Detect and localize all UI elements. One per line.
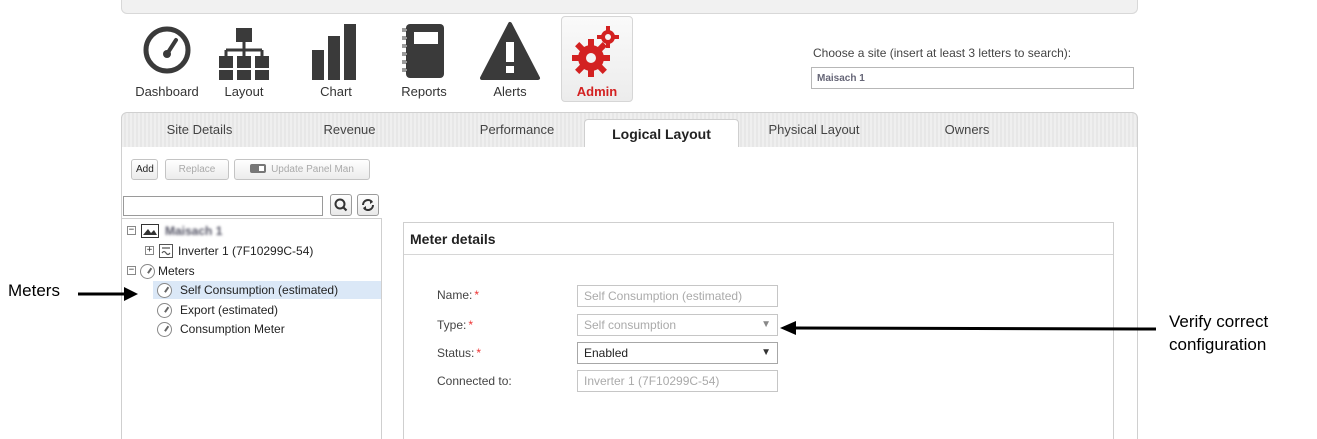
refresh-icon: [362, 199, 374, 211]
meter-gauge-icon: [157, 283, 172, 298]
nav-alerts-label: Alerts: [493, 84, 527, 99]
site-search-label: Choose a site (insert at least 3 letters…: [813, 46, 1072, 60]
update-panel-button[interactable]: Update Panel Man: [234, 159, 370, 180]
nav-layout-label: Layout: [224, 84, 264, 99]
type-select-value: Self consumption: [584, 318, 677, 332]
refresh-button[interactable]: [357, 194, 379, 216]
name-field-label: Name: *: [437, 288, 480, 302]
tab-physical-layout[interactable]: Physical Layout: [744, 113, 884, 149]
nav-dashboard[interactable]: Dashboard: [131, 16, 203, 102]
replace-button[interactable]: Replace: [165, 159, 229, 180]
nav-alerts[interactable]: Alerts: [474, 16, 546, 102]
tree-inverter-label: Inverter 1 (7F10299C-54): [178, 244, 314, 258]
nav-chart[interactable]: Chart: [300, 16, 372, 102]
collapse-icon[interactable]: −: [127, 226, 136, 235]
tree-site-label: Maisach 1: [165, 224, 223, 238]
hierarchy-icon: [208, 20, 280, 82]
add-button[interactable]: Add: [131, 159, 158, 180]
status-select[interactable]: Enabled ▼: [577, 342, 778, 364]
toggle-icon: [250, 163, 267, 173]
gears-icon: [561, 20, 633, 82]
nav-reports-label: Reports: [401, 84, 447, 99]
tab-performance[interactable]: Performance: [442, 113, 592, 149]
nav-chart-label: Chart: [320, 84, 352, 99]
nav-layout[interactable]: Layout: [208, 16, 280, 102]
connected-field[interactable]: Inverter 1 (7F10299C-54): [577, 370, 778, 392]
dropdown-arrow-icon: ▼: [761, 319, 771, 330]
tab-bar: Site Details Revenue Performance Logical…: [121, 112, 1138, 150]
tree-search-input[interactable]: [123, 196, 323, 216]
warning-triangle-icon: [474, 20, 546, 82]
site-image-icon: [141, 224, 159, 238]
notebook-icon: [388, 20, 460, 82]
search-button[interactable]: [330, 194, 352, 216]
meter-details-title: Meter details: [404, 223, 1113, 255]
meters-arrow-icon: [78, 287, 138, 301]
tab-site-details[interactable]: Site Details: [122, 113, 277, 149]
speedometer-icon: [131, 20, 203, 82]
tree-meter-label: Self Consumption (estimated): [180, 283, 339, 297]
name-field[interactable]: Self Consumption (estimated): [577, 285, 778, 307]
meter-gauge-icon: [157, 303, 172, 318]
tree-meter-label: Export (estimated): [180, 303, 279, 317]
verify-callout-line2: configuration: [1169, 335, 1267, 354]
dropdown-arrow-icon: ▼: [761, 347, 771, 358]
search-icon: [334, 198, 348, 212]
expand-icon[interactable]: +: [145, 246, 154, 255]
meters-callout: Meters: [8, 281, 60, 300]
update-panel-label: Update Panel Man: [271, 164, 354, 175]
type-field-label: Type: *: [437, 318, 474, 332]
tree-meter-label: Consumption Meter: [180, 322, 285, 336]
status-field-label: Status: *: [437, 346, 482, 360]
tab-owners[interactable]: Owners: [892, 113, 1042, 149]
connected-field-label: Connected to:: [437, 374, 512, 388]
nav-admin[interactable]: Admin: [561, 16, 633, 102]
verify-arrow-icon: [780, 321, 1157, 335]
top-strip: [121, 0, 1138, 14]
bar-chart-icon: [300, 20, 372, 82]
tab-logical-layout[interactable]: Logical Layout: [584, 119, 739, 150]
collapse-icon[interactable]: −: [127, 266, 136, 275]
nav-dashboard-label: Dashboard: [135, 84, 199, 99]
type-select[interactable]: Self consumption ▼: [577, 314, 778, 336]
nav-reports[interactable]: Reports: [388, 16, 460, 102]
status-select-value: Enabled: [584, 346, 629, 360]
tree-meter-item[interactable]: Self Consumption (estimated): [153, 281, 381, 299]
meter-gauge-icon: [157, 322, 172, 337]
tab-revenue[interactable]: Revenue: [282, 113, 417, 149]
verify-callout-line1: Verify correct: [1169, 312, 1269, 331]
meter-gauge-icon: [140, 264, 155, 279]
nav-admin-label: Admin: [576, 84, 618, 99]
inverter-icon: [159, 244, 173, 258]
site-search-input[interactable]: [811, 67, 1134, 89]
tree-meters-label: Meters: [158, 264, 195, 278]
